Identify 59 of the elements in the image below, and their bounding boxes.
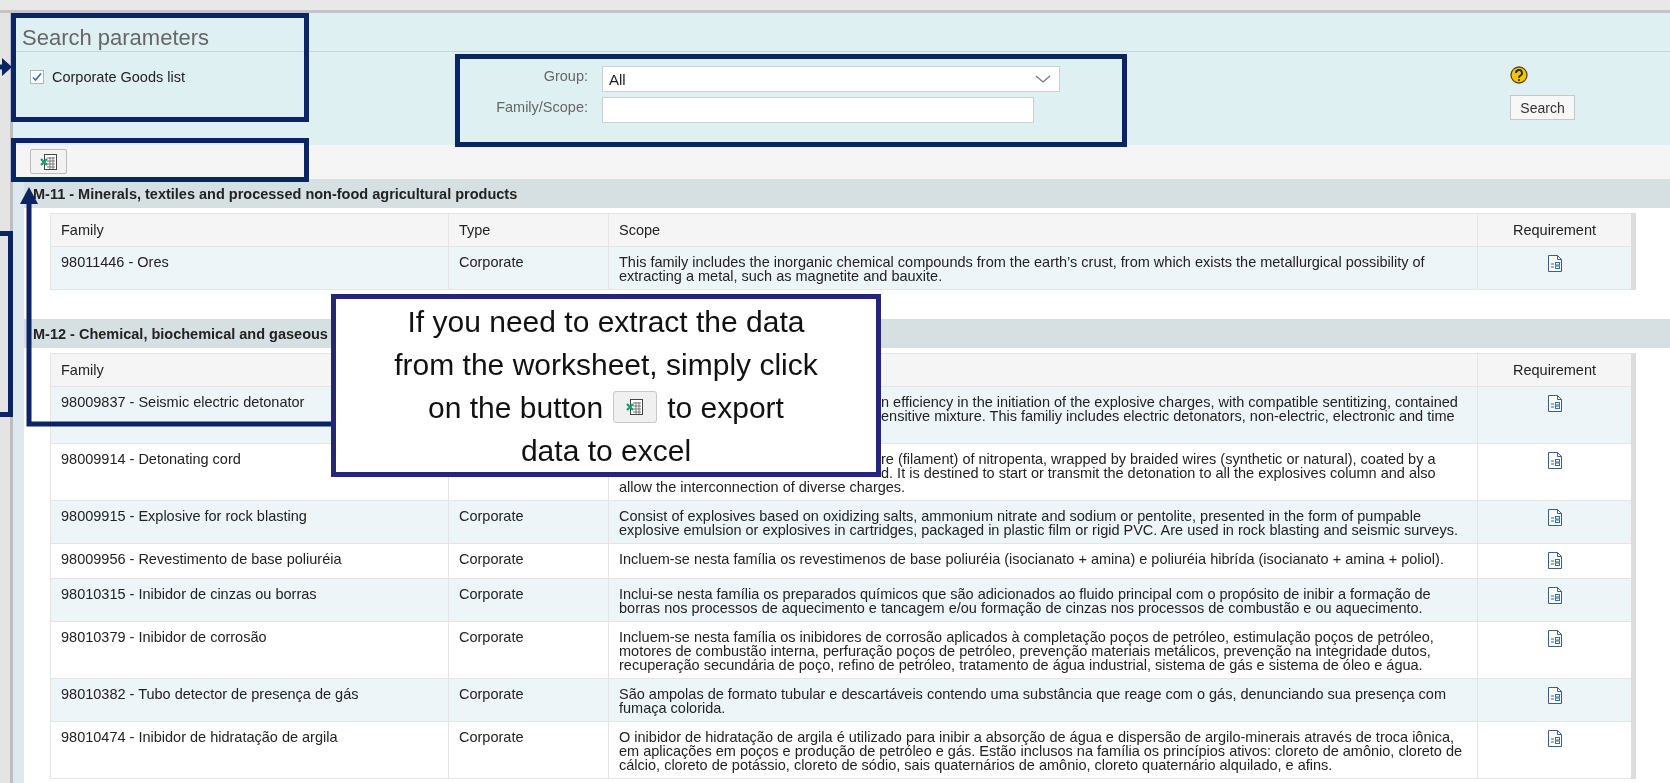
table-cell: Incluem-se nesta família os revestimenos de base poliuréia (isocianato + amina) e poliuréia hibrída (isocianato + amina + poliol). xyxy=(608,543,1478,579)
spreadsheet-icon xyxy=(39,152,58,171)
table-cell: Corporate xyxy=(448,621,609,679)
column-header: Family xyxy=(50,213,449,247)
table-cell: Inclui-se nesta família os preparados químicos que são adicionados ao fluido principal com o propósito de inibir a formação de borras nos processos de aquecimento e tancagem e/ou formação de cinzas nos processos de combustão e ou aquecimento. xyxy=(608,578,1478,622)
panel-title: Search parameters xyxy=(22,25,210,50)
table-cell: Corporate xyxy=(448,543,609,579)
scope-text: d. It is destined to start or transmit the detonation to all the explosives column and also xyxy=(881,466,1436,480)
table-cell: O inibidor de hidratação de argila é utilizado para inibir a absorção de água e dispersão de argilo-minerais através de troca iônica, em aplicações em poços e produção de petróleo e gás. Estão inclusos na família os princípios ativos: cloreto de amônio, cloreto de cálcio, cloreto de potássio, cloreto de sódio, sais quaternários de amônio, cloreto quaternário alquilado, e afins. xyxy=(608,721,1478,779)
callout-text: to export xyxy=(667,389,784,426)
scope-text: allow the interconnection of diverse charges. xyxy=(619,480,906,494)
callout-text: If you need to extract the data xyxy=(407,303,805,340)
scope-text: ensitive mixture. This familiy includes electric detonators, non-electric, electronic and time xyxy=(881,409,1455,423)
callout-text: data to excel xyxy=(520,432,692,469)
table-cell: Consist of explosives based on oxidizing salts, ammonium nitrate and sodium or pentolite, presented in the form of pumpable explosive emulsion or explosives in cartridges, packaged in plastic film or rigid PVC. Are used in rock blasting and seismic surveys. xyxy=(608,500,1478,544)
chevron-icon xyxy=(1035,74,1051,84)
document-icon xyxy=(1546,686,1563,705)
document-icon xyxy=(1546,586,1563,605)
table-cell: Corporate xyxy=(448,246,609,290)
table-cell: This family includes the inorganic chemical compounds from the earth’s crust, from which exists the metallurgical possibility of extracting a metal, such as magnetite and bauxite. xyxy=(608,246,1478,290)
column-header: Requirement xyxy=(1477,213,1634,247)
document-icon xyxy=(1546,254,1563,273)
arrow xyxy=(0,58,12,76)
checkbox-label: Corporate Goods list xyxy=(52,69,185,85)
checkbox[interactable] xyxy=(30,70,44,84)
document-icon xyxy=(1546,729,1563,748)
table-cell: Corporate xyxy=(448,578,609,622)
table-cell: Corporate xyxy=(448,678,609,722)
search-button[interactable]: Search xyxy=(1510,95,1575,120)
field-label: Group: xyxy=(542,67,588,84)
document-icon xyxy=(1546,451,1563,470)
group-dropdown[interactable]: All xyxy=(602,66,1060,92)
table-cell: Corporate xyxy=(448,500,609,544)
document-icon xyxy=(1546,508,1563,527)
table-cell: 98009915 - Explosive for rock blasting xyxy=(50,500,449,544)
help-icon xyxy=(1510,66,1528,84)
column-header: Scope xyxy=(608,213,1478,247)
table-cell: Corporate xyxy=(448,721,609,779)
document-icon xyxy=(1546,551,1563,570)
section-title: M-11 - Minerals, textiles and processed non-food agricultural products xyxy=(33,185,518,202)
spreadsheet-icon xyxy=(626,398,645,416)
scope-text: n efficiency in the initiation of the explosive charges, with compatible sentitizing, contained xyxy=(881,395,1458,409)
table-cell: 98011446 - Ores xyxy=(50,246,449,290)
table-cell: 98009956 - Revestimento de base poliuréia xyxy=(50,543,449,579)
table-cell: 98010474 - Inibidor de hidratação de argila xyxy=(50,721,449,779)
column-header: Type xyxy=(448,213,609,247)
table-cell: 98010315 - Inibidor de cinzas ou borras xyxy=(50,578,449,622)
family-scope-field[interactable] xyxy=(602,97,1034,123)
document-icon xyxy=(1546,394,1563,413)
document-icon xyxy=(1546,629,1563,648)
section-title: M-12 - Chemical, biochemical and gaseous xyxy=(33,325,328,342)
table-cell: 98010379 - Inibidor de corrosão xyxy=(50,621,449,679)
table-cell: 98010382 - Tubo detector de presença de gás xyxy=(50,678,449,722)
export-button[interactable] xyxy=(30,149,67,174)
scope-text: re (filament) of nitropenta, wrapped by braided wires (synthetic or natural), coated by a xyxy=(881,452,1436,466)
field-label: Family/Scope: xyxy=(495,98,588,115)
table-cell: Incluem-se nesta família os inibidores de corrosão aplicados à completação poços de petróleo, estimulação poços de petróleo, motores de combustão interna, perfuração poços de petróleo, prevenção materiais metálicos, prevenção na integridade dutos, recuperação secundária de poço, refino de petróleo, tratamento de água industrial, sistema de gás e sistema de óleo e água. xyxy=(608,621,1478,679)
table-cell: São ampolas de formato tubular e descartáveis contendo uma substância que reage com o gás, denunciando sua presença com fumaça colorida. xyxy=(608,678,1478,722)
column-header: Requirement xyxy=(1477,353,1634,387)
